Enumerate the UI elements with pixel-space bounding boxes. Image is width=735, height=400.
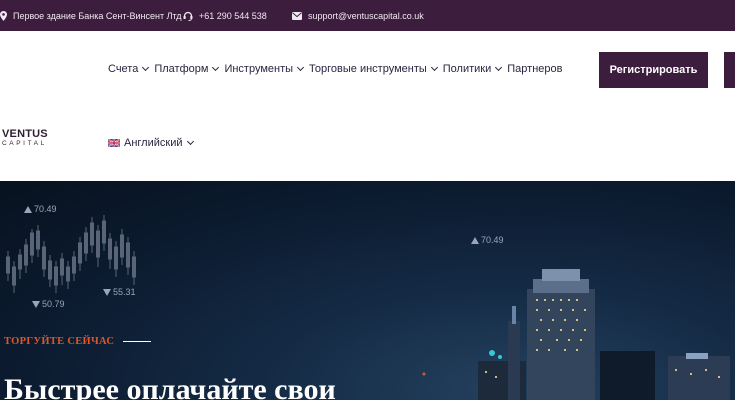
- phone-text[interactable]: +61 290 544 538: [199, 11, 267, 21]
- headset-icon: [183, 11, 193, 21]
- city-skyline-decoration: [422, 269, 730, 400]
- login-button[interactable]: [724, 52, 735, 88]
- nav-item-label: Политики: [442, 63, 492, 75]
- language-selector[interactable]: Английский: [108, 137, 194, 149]
- nav-item-partners[interactable]: Партнеров: [507, 63, 562, 75]
- location-pin-icon: [0, 10, 7, 21]
- nav-item-label: Платформ: [154, 63, 209, 75]
- chevron-down-icon: [495, 63, 503, 72]
- nav-item-label: Торговые инструменты: [309, 63, 427, 75]
- nav-item-accounts[interactable]: Счета: [108, 63, 150, 75]
- price-quote: 70.49: [471, 235, 504, 245]
- uk-flag-icon: [108, 139, 120, 147]
- chevron-down-icon: [212, 63, 220, 72]
- site-header: VENTUS CAPITAL Счета Платформ Инструмент…: [0, 31, 735, 181]
- top-info-bar: Первое здание Банка Сент-Винсент Лтд +61…: [0, 0, 735, 31]
- address-info: Первое здание Банка Сент-Винсент Лтд: [0, 0, 182, 31]
- candlestick-decoration: [6, 215, 136, 293]
- nav-item-label: Партнеров: [507, 63, 563, 75]
- nav-item-trading-instruments[interactable]: Торговые инструменты: [309, 63, 438, 75]
- nav-item-label: Инструменты: [224, 63, 294, 75]
- arrow-up-icon: [24, 205, 32, 213]
- chevron-down-icon: [430, 63, 438, 72]
- nav-item-policies[interactable]: Политики: [442, 63, 503, 75]
- price-quote: 70.49: [24, 204, 57, 214]
- price-quote: 55.31: [103, 287, 136, 297]
- hero-tagline-text: ТОРГУЙТЕ СЕЙЧАС: [4, 336, 115, 347]
- language-label: Английский: [124, 137, 183, 149]
- chevron-down-icon: [296, 63, 305, 72]
- quote-value: 70.49: [481, 235, 504, 245]
- nav-item-platform[interactable]: Платформ: [154, 63, 220, 75]
- phone-info[interactable]: +61 290 544 538: [183, 0, 267, 31]
- price-quote: 50.79: [32, 299, 65, 309]
- hero-section: 70.49 50.79 55.31 70.49 ТОРГУЙТЕ СЕЙЧАС …: [0, 181, 735, 400]
- hero-tagline: ТОРГУЙТЕ СЕЙЧАС: [4, 336, 152, 347]
- logo[interactable]: VENTUS CAPITAL: [2, 129, 48, 148]
- tagline-divider: [123, 340, 152, 343]
- address-text: Первое здание Банка Сент-Винсент Лтд: [13, 10, 182, 21]
- register-button[interactable]: Регистрировать: [599, 52, 708, 88]
- logo-sub-text: CAPITAL: [2, 140, 47, 147]
- logo-main-text: VENTUS: [2, 128, 48, 140]
- arrow-down-icon: [103, 288, 111, 296]
- email-text[interactable]: support@ventuscapital.co.uk: [308, 11, 424, 21]
- arrow-down-icon: [32, 300, 40, 308]
- chevron-down-icon: [186, 137, 194, 146]
- quote-value: 70.49: [34, 204, 57, 214]
- nav-item-instruments[interactable]: Инструменты: [224, 63, 305, 75]
- hero-title: Быстрее оплачайте свои: [4, 373, 336, 400]
- chevron-down-icon: [142, 63, 150, 72]
- arrow-up-icon: [471, 236, 479, 244]
- quote-value: 55.31: [113, 287, 136, 297]
- nav-item-label: Счета: [108, 63, 139, 75]
- main-nav: Счета Платформ Инструменты Торговые инст…: [108, 61, 568, 77]
- quote-value: 50.79: [42, 299, 65, 309]
- email-info[interactable]: support@ventuscapital.co.uk: [292, 0, 424, 31]
- envelope-icon: [292, 11, 302, 20]
